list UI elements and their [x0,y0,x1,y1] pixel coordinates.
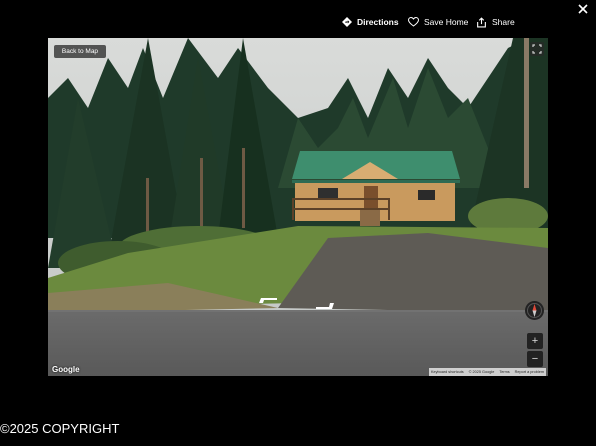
compass-icon [527,303,542,318]
zoom-in-button[interactable]: + [527,333,543,349]
close-icon[interactable] [576,2,590,16]
directions-button[interactable]: Directions [342,14,399,30]
attribution-bar: Keyboard shortcuts © 2025 Google Terms R… [428,368,546,376]
back-to-map-button[interactable]: Back to Map [54,45,106,58]
fullscreen-button[interactable] [530,42,544,56]
directions-icon [342,17,352,27]
zoom-in-label: + [531,335,539,347]
street-view-image [48,38,548,376]
share-icon [477,16,486,27]
back-to-map-label: Back to Map [61,48,99,55]
terms-link[interactable]: Terms [499,370,509,374]
nav-arrow-right[interactable] [314,300,338,312]
report-problem-link[interactable]: Report a problem [515,370,544,374]
save-home-button[interactable]: Save Home [408,14,468,30]
heart-icon [408,17,419,27]
share-label: Share [492,17,515,27]
google-logo: Google [52,365,80,374]
street-view-panorama[interactable]: Back to Map + − Google Keyboard shortcut… [48,38,548,376]
keyboard-shortcuts-link[interactable]: Keyboard shortcuts [431,370,464,374]
nav-arrow-left[interactable] [257,295,279,305]
zoom-out-label: − [531,353,539,365]
share-button[interactable]: Share [476,14,515,30]
compass-button[interactable] [525,301,544,320]
fullscreen-icon [532,44,542,54]
directions-label: Directions [357,17,399,27]
copyright-footer: ©2025 COPYRIGHT [0,421,120,436]
map-copyright: © 2025 Google [468,370,495,374]
save-home-label: Save Home [424,17,469,27]
zoom-out-button[interactable]: − [527,351,543,367]
